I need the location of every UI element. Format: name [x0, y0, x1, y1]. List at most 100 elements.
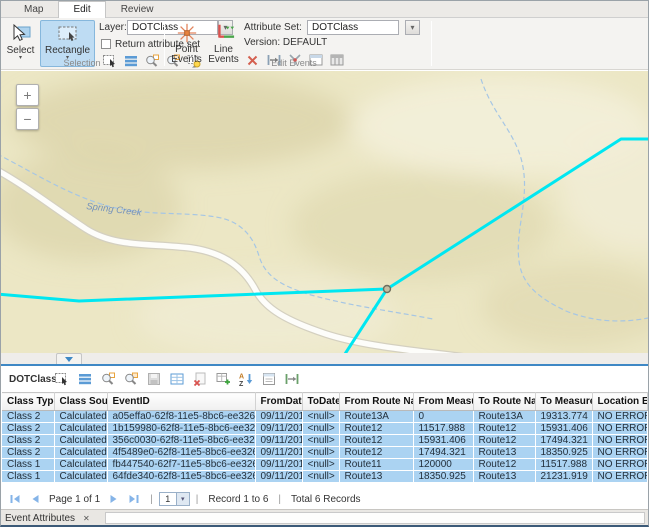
table-cell[interactable]: Route11: [339, 459, 413, 471]
zoom-in-button[interactable]: +: [16, 84, 39, 106]
table-row[interactable]: Class 2Calculated356c0030-62f8-11e5-8bc6…: [2, 435, 647, 447]
table-cell[interactable]: Route12: [473, 435, 535, 447]
table-cell[interactable]: 09/11/2015: [255, 471, 302, 483]
table-cell[interactable]: 18350.925: [535, 447, 592, 459]
page-number-input[interactable]: 1: [159, 492, 177, 506]
table-cell[interactable]: Route12: [339, 423, 413, 435]
table-cell[interactable]: Calculated: [54, 435, 107, 447]
column-header[interactable]: EventID: [107, 393, 255, 411]
table-row[interactable]: Class 2Calculateda05effa0-62f8-11e5-8bc6…: [2, 411, 647, 423]
sort-records-icon[interactable]: AZ: [237, 371, 254, 388]
column-header[interactable]: Class Source: [54, 393, 107, 411]
table-cell[interactable]: NO ERROR: [592, 411, 647, 423]
table-cell[interactable]: Route12: [473, 459, 535, 471]
table-row[interactable]: Class 2Calculated4f5489e0-62f8-11e5-8bc6…: [2, 447, 647, 459]
add-record-icon[interactable]: [214, 371, 231, 388]
last-page-button[interactable]: [127, 493, 141, 505]
table-cell[interactable]: Calculated: [54, 423, 107, 435]
table-cell[interactable]: Route12: [473, 423, 535, 435]
table-cell[interactable]: 4f5489e0-62f8-11e5-8bc6-ee32641d5ec9: [107, 447, 255, 459]
table-cell[interactable]: Route12: [339, 447, 413, 459]
table-cell[interactable]: 15931.406: [535, 423, 592, 435]
table-cell[interactable]: <null>: [302, 447, 339, 459]
measure-range-icon[interactable]: [283, 371, 300, 388]
table-row[interactable]: Class 2Calculated1b159980-62f8-11e5-8bc6…: [2, 423, 647, 435]
table-cell[interactable]: 09/11/2015: [255, 423, 302, 435]
table-cell[interactable]: 17494.321: [535, 435, 592, 447]
zoom-to-record-icon[interactable]: [99, 371, 116, 388]
table-cell[interactable]: NO ERROR: [592, 423, 647, 435]
table-cell[interactable]: 11517.988: [413, 423, 473, 435]
table-cell[interactable]: 09/11/2015: [255, 459, 302, 471]
table-cell[interactable]: 64fde340-62f8-11e5-8bc6-ee32641d5ec9: [107, 471, 255, 483]
table-cell[interactable]: Calculated: [54, 471, 107, 483]
save-edits-icon[interactable]: [145, 371, 162, 388]
select-records-icon[interactable]: [53, 371, 70, 388]
table-cell[interactable]: Calculated: [54, 447, 107, 459]
attribute-set-dropdown[interactable]: DOTClass: [307, 20, 399, 35]
tab-review[interactable]: Review: [106, 1, 169, 18]
table-cell[interactable]: 18350.925: [413, 471, 473, 483]
open-form-icon[interactable]: [260, 371, 277, 388]
table-cell[interactable]: 120000: [413, 459, 473, 471]
table-cell[interactable]: Class 1: [2, 471, 54, 483]
table-cell[interactable]: 1b159980-62f8-11e5-8bc6-ee32641d5ec9: [107, 423, 255, 435]
first-page-button[interactable]: [8, 493, 22, 505]
column-header[interactable]: To Measure: [535, 393, 592, 411]
table-cell[interactable]: 11517.988: [535, 459, 592, 471]
column-header[interactable]: From Measure: [413, 393, 473, 411]
tab-map[interactable]: Map: [9, 1, 58, 18]
column-header[interactable]: Location Error: [592, 393, 647, 411]
table-row[interactable]: Class 1Calculated64fde340-62f8-11e5-8bc6…: [2, 471, 647, 483]
route-junction-marker[interactable]: [384, 286, 391, 293]
column-header[interactable]: FromDate: [255, 393, 302, 411]
table-cell[interactable]: Calculated: [54, 411, 107, 423]
attribute-grid-icon[interactable]: [168, 371, 185, 388]
close-tab-icon[interactable]: ✕: [83, 514, 90, 523]
table-cell[interactable]: NO ERROR: [592, 447, 647, 459]
table-cell[interactable]: 0: [413, 411, 473, 423]
previous-page-button[interactable]: [28, 493, 42, 505]
column-header[interactable]: From Route Name: [339, 393, 413, 411]
table-cell[interactable]: NO ERROR: [592, 471, 647, 483]
table-cell[interactable]: Route13A: [339, 411, 413, 423]
table-cell[interactable]: Route13A: [473, 411, 535, 423]
tab-edit[interactable]: Edit: [58, 1, 105, 18]
zoom-out-button[interactable]: −: [16, 108, 39, 130]
table-cell[interactable]: 19313.774: [535, 411, 592, 423]
table-cell[interactable]: <null>: [302, 423, 339, 435]
table-cell[interactable]: <null>: [302, 471, 339, 483]
map-view[interactable]: Spring Creek + −: [1, 71, 648, 353]
delete-record-icon[interactable]: [191, 371, 208, 388]
table-cell[interactable]: Route13: [473, 471, 535, 483]
tab-event-attributes[interactable]: Event Attributes ✕: [5, 511, 90, 526]
table-cell[interactable]: <null>: [302, 459, 339, 471]
table-cell[interactable]: Class 2: [2, 447, 54, 459]
table-cell[interactable]: Class 2: [2, 435, 54, 447]
table-cell[interactable]: <null>: [302, 411, 339, 423]
table-cell[interactable]: a05effa0-62f8-11e5-8bc6-ee32641d5ec9: [107, 411, 255, 423]
show-selected-records-icon[interactable]: [76, 371, 93, 388]
table-cell[interactable]: Route13: [339, 471, 413, 483]
table-cell[interactable]: NO ERROR: [592, 435, 647, 447]
table-cell[interactable]: 21231.919: [535, 471, 592, 483]
column-header[interactable]: Class Type: [2, 393, 54, 411]
table-cell[interactable]: Route12: [339, 435, 413, 447]
table-cell[interactable]: fb447540-62f7-11e5-8bc6-ee32641d5ec9: [107, 459, 255, 471]
page-number-dropdown-arrow[interactable]: ▾: [177, 492, 190, 506]
column-header[interactable]: To Route Name: [473, 393, 535, 411]
pan-to-record-icon[interactable]: [122, 371, 139, 388]
table-row[interactable]: Class 1Calculatedfb447540-62f7-11e5-8bc6…: [2, 459, 647, 471]
return-attribute-set-checkbox[interactable]: [101, 39, 111, 49]
table-cell[interactable]: Class 2: [2, 423, 54, 435]
next-page-button[interactable]: [107, 493, 121, 505]
table-cell[interactable]: NO ERROR: [592, 459, 647, 471]
table-cell[interactable]: 09/11/2015: [255, 435, 302, 447]
column-header[interactable]: ToDate: [302, 393, 339, 411]
table-cell[interactable]: <null>: [302, 435, 339, 447]
table-cell[interactable]: 09/11/2015: [255, 447, 302, 459]
collapse-panel-button[interactable]: [56, 353, 82, 364]
table-cell[interactable]: 15931.406: [413, 435, 473, 447]
table-cell[interactable]: 356c0030-62f8-11e5-8bc6-ee32641d5ec9: [107, 435, 255, 447]
table-cell[interactable]: Route13: [473, 447, 535, 459]
